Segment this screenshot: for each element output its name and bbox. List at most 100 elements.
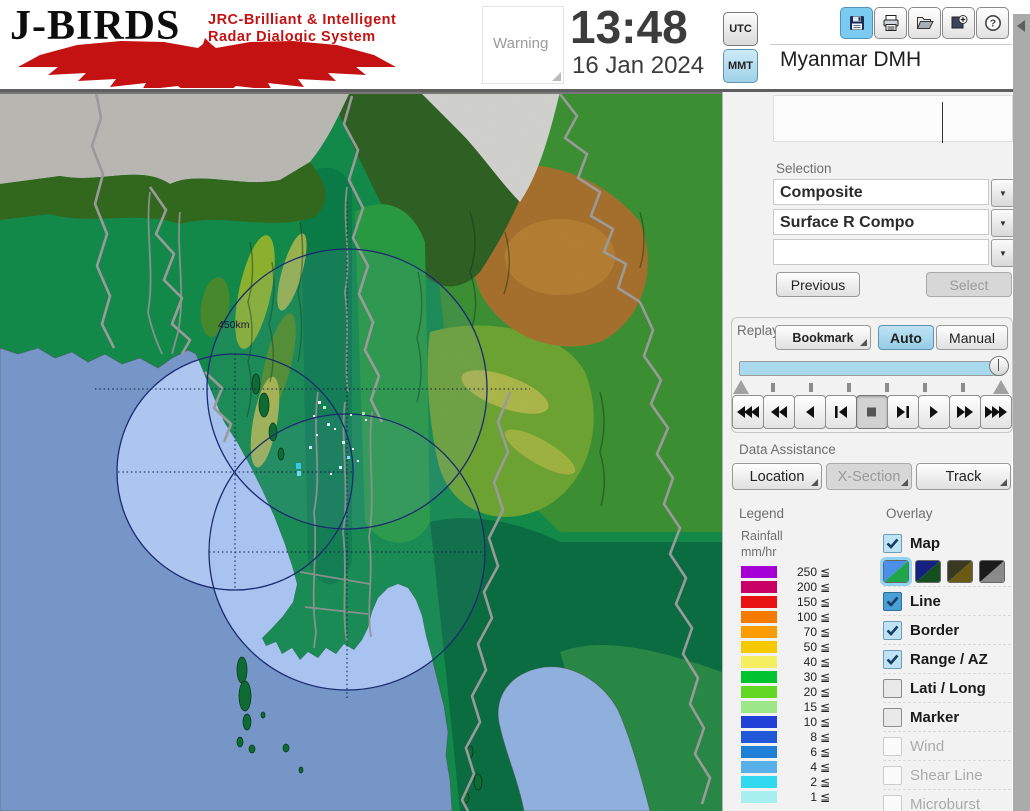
- overlay-item-map[interactable]: Map: [883, 529, 1011, 558]
- dropdown-arrow-button[interactable]: ▼: [991, 179, 1015, 207]
- legend-operator: ≦: [820, 670, 831, 684]
- legend-value: 50: [803, 640, 817, 654]
- checkbox[interactable]: [883, 795, 902, 811]
- step-forward-button[interactable]: [887, 395, 919, 429]
- map-style-swatch-3[interactable]: [947, 560, 973, 583]
- open-folder-icon: [916, 17, 934, 29]
- legend-operator: ≦: [820, 745, 831, 759]
- eagle-logo-icon: [18, 38, 396, 88]
- control-panel: Selection Composite ▼ Surface R Compo ▼ ▼ Pr…: [722, 92, 1015, 811]
- forward-button[interactable]: [949, 395, 981, 429]
- overlay-item-line[interactable]: Line: [883, 586, 1011, 616]
- legend-operator: ≦: [820, 700, 831, 714]
- selection-dropdown-2[interactable]: Surface R Compo: [773, 209, 989, 235]
- stop-button[interactable]: [856, 395, 888, 429]
- check-icon: [886, 596, 899, 607]
- checkbox[interactable]: [883, 679, 902, 698]
- site-info-box[interactable]: [773, 95, 1013, 143]
- replay-mode-auto[interactable]: Auto: [878, 325, 934, 350]
- map-style-swatch-4[interactable]: [979, 560, 1005, 583]
- selection-dropdown-1[interactable]: Composite: [773, 179, 989, 205]
- replay-label: Replay: [737, 323, 780, 338]
- previous-button[interactable]: Previous: [776, 272, 860, 297]
- range-ring-label: 450km: [218, 319, 250, 331]
- forward-fast-button[interactable]: [980, 395, 1012, 429]
- resize-grip-icon[interactable]: [552, 72, 561, 81]
- legend-value: 40: [803, 655, 817, 669]
- checkbox[interactable]: [883, 708, 902, 727]
- check-icon: [886, 538, 899, 549]
- legend-value: 200: [796, 580, 817, 594]
- overlay-item-shear-line[interactable]: Shear Line: [883, 760, 1011, 790]
- legend-swatch-8: [741, 731, 777, 743]
- map-style-swatch-1[interactable]: [880, 557, 912, 586]
- select-button[interactable]: Select: [926, 272, 1012, 297]
- add-image-button[interactable]: [942, 7, 975, 39]
- print-icon: [883, 15, 898, 31]
- legend-value: 250: [796, 565, 817, 579]
- legend-value: 30: [803, 670, 817, 684]
- overlay-item-label: Wind: [910, 738, 945, 755]
- map-style-swatch-2[interactable]: [915, 560, 941, 583]
- map-canvas[interactable]: 450km: [0, 91, 722, 811]
- overlay-item-microburst[interactable]: Microburst: [883, 789, 1011, 811]
- rewind-fast-button[interactable]: [732, 395, 764, 429]
- data-assistance-label: Data Assistance: [739, 442, 836, 457]
- print-button[interactable]: [874, 7, 907, 39]
- step-back-button[interactable]: [825, 395, 857, 429]
- location-button[interactable]: Location: [732, 463, 822, 490]
- overlay-item-lati-long[interactable]: Lati / Long: [883, 673, 1011, 703]
- play-button[interactable]: [918, 395, 950, 429]
- legend-swatch-20: [741, 686, 777, 698]
- checkbox[interactable]: [883, 621, 902, 640]
- legend-swatch-1: [741, 791, 777, 803]
- overlay-item-range-az[interactable]: Range / AZ: [883, 644, 1011, 674]
- overlay-item-marker[interactable]: Marker: [883, 702, 1011, 732]
- legend-operator: ≦: [820, 685, 831, 699]
- overlay-item-wind[interactable]: Wind: [883, 731, 1011, 761]
- selection-label: Selection: [776, 161, 832, 176]
- checkbox[interactable]: [883, 650, 902, 669]
- play-icon: [930, 406, 938, 418]
- checkbox[interactable]: [883, 592, 902, 611]
- forward-icon: [957, 406, 973, 418]
- overlay-item-border[interactable]: Border: [883, 615, 1011, 645]
- warning-box[interactable]: Warning: [482, 6, 564, 84]
- legend-operator: ≦: [820, 565, 831, 579]
- add-image-icon: [951, 15, 967, 29]
- slider-end-marker[interactable]: [993, 380, 1009, 394]
- selection-dropdown-3[interactable]: [773, 239, 989, 265]
- slider-start-marker[interactable]: [733, 380, 749, 394]
- check-icon: [886, 625, 899, 636]
- rewind-button[interactable]: [763, 395, 795, 429]
- checkbox[interactable]: [883, 737, 902, 756]
- site-name: Myanmar DMH: [780, 48, 922, 71]
- x-section-button[interactable]: X-Section: [826, 463, 912, 490]
- clock-date: 16 Jan 2024: [572, 52, 705, 79]
- legend-value: 70: [803, 625, 817, 639]
- legend-swatch-2: [741, 776, 777, 788]
- timezone-button-mmt[interactable]: MMT: [723, 49, 758, 83]
- timezone-button-utc[interactable]: UTC: [723, 12, 758, 46]
- svg-text:?: ?: [989, 18, 995, 30]
- track-button[interactable]: Track: [916, 463, 1011, 490]
- panel-collapse-gutter[interactable]: [1013, 14, 1030, 811]
- save-button[interactable]: [840, 7, 873, 39]
- overlay-item-label: Map: [910, 535, 940, 552]
- collapse-arrow-icon: [1017, 20, 1025, 32]
- slider-tick: [847, 383, 851, 392]
- legend-title-1: Rainfall: [741, 529, 783, 543]
- checkbox[interactable]: [883, 534, 902, 553]
- replay-slider-track[interactable]: [739, 361, 1003, 376]
- play-reverse-button[interactable]: [794, 395, 826, 429]
- dropdown-arrow-button[interactable]: ▼: [991, 209, 1015, 237]
- replay-mode-manual[interactable]: Manual: [936, 325, 1008, 350]
- help-button[interactable]: ?: [976, 7, 1009, 39]
- replay-slider-thumb[interactable]: [989, 356, 1009, 376]
- map-viewport[interactable]: 450km: [0, 91, 722, 811]
- open-folder-button[interactable]: [908, 7, 941, 39]
- dropdown-arrow-button[interactable]: ▼: [991, 239, 1015, 267]
- checkbox[interactable]: [883, 766, 902, 785]
- warning-label: Warning: [493, 35, 549, 52]
- bookmark-button[interactable]: Bookmark: [775, 325, 871, 350]
